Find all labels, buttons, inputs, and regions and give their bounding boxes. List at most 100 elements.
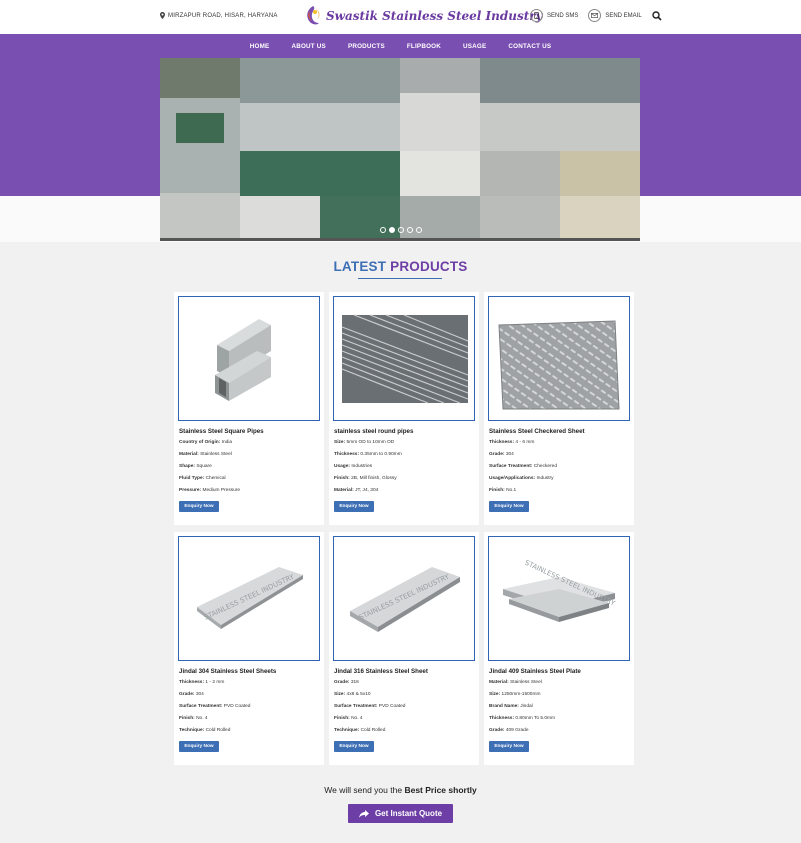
envelope-icon bbox=[588, 9, 602, 22]
brand-logo[interactable]: Swastik Stainless Steel Industry bbox=[304, 5, 543, 27]
product-spec: Country of Origin: India bbox=[179, 440, 233, 445]
send-sms-label: SEND SMS bbox=[547, 12, 579, 19]
hero-slider[interactable] bbox=[160, 58, 640, 241]
nav-home[interactable]: HOME bbox=[239, 43, 281, 50]
product-title[interactable]: Stainless Steel Square Pipes bbox=[179, 428, 264, 435]
product-card: Stainless Steel Checkered Sheet Thicknes… bbox=[484, 292, 634, 525]
product-spec: Technique: Cold Rolled bbox=[334, 728, 386, 733]
nav-usage[interactable]: USAGE bbox=[452, 43, 497, 50]
address-text: MIRZAPUR ROAD, HISAR, HARYANA bbox=[168, 12, 278, 19]
enquiry-now-button[interactable]: Enquiry Now bbox=[334, 501, 374, 512]
header-actions: SEND SMS SEND EMAIL bbox=[530, 9, 662, 22]
enquiry-now-button[interactable]: Enquiry Now bbox=[489, 741, 529, 752]
slide-photo-floor-2 bbox=[160, 193, 240, 238]
location-pin-icon bbox=[160, 12, 165, 19]
product-spec: Brand Name: Jindal bbox=[489, 704, 533, 709]
get-instant-quote-label: Get Instant Quote bbox=[374, 809, 443, 818]
product-image[interactable]: STAINLESS STEEL INDUSTRY bbox=[488, 536, 630, 661]
enquiry-now-button[interactable]: Enquiry Now bbox=[179, 501, 219, 512]
steel-sheets-image: STAINLESS STEEL INDUSTRY bbox=[197, 567, 303, 629]
product-spec: Material: Stainless Steel bbox=[179, 452, 232, 457]
top-bar: MIRZAPUR ROAD, HISAR, HARYANA Swastik St… bbox=[0, 0, 801, 34]
slider-dot-3[interactable] bbox=[398, 227, 404, 233]
watermark-text: STAINLESS STEEL INDUSTRY bbox=[203, 572, 296, 621]
square-pipes-image bbox=[215, 319, 271, 401]
section-title-products: PRODUCTS bbox=[390, 259, 468, 274]
product-spec: Finish: No.1 bbox=[489, 488, 517, 493]
brand-name: Swastik Stainless Steel Industry bbox=[326, 9, 543, 23]
section-title: LATEST PRODUCTS bbox=[0, 259, 801, 274]
product-spec: Thickness: 1 - 2 mm bbox=[179, 680, 225, 685]
enquiry-now-button[interactable]: Enquiry Now bbox=[334, 741, 374, 752]
best-price-text: We will send you the Best Price shortly bbox=[0, 785, 801, 795]
slider-dot-4[interactable] bbox=[407, 227, 413, 233]
enquiry-now-button[interactable]: Enquiry Now bbox=[179, 741, 219, 752]
slide-photo-sheet-2 bbox=[400, 93, 480, 151]
product-spec: Usage/Applications: Industry bbox=[489, 476, 554, 481]
product-title[interactable]: Jindal 304 Stainless Steel Sheets bbox=[179, 668, 276, 675]
product-spec: Surface Treatment: PVD Coated bbox=[179, 704, 251, 709]
nav-products[interactable]: PRODUCTS bbox=[337, 43, 396, 50]
product-spec: Finish: No. 4 bbox=[334, 716, 363, 721]
product-card: STAINLESS STEEL INDUSTRY Jindal 409 Stai… bbox=[484, 532, 634, 765]
search-icon[interactable] bbox=[651, 10, 662, 21]
nav-contact-us[interactable]: CONTACT US bbox=[497, 43, 562, 50]
share-arrow-icon bbox=[358, 809, 369, 818]
slide-photo-floor-4 bbox=[320, 196, 400, 238]
enquiry-now-button[interactable]: Enquiry Now bbox=[489, 501, 529, 512]
nav-about-us[interactable]: ABOUT US bbox=[280, 43, 336, 50]
product-spec: Grade: 316 bbox=[334, 680, 359, 685]
address: MIRZAPUR ROAD, HISAR, HARYANA bbox=[160, 12, 278, 19]
product-image[interactable] bbox=[178, 296, 320, 421]
slide-photo-sheet bbox=[240, 103, 400, 151]
product-image[interactable]: STAINLESS STEEL INDUSTRY bbox=[333, 536, 475, 661]
slide-photo-floor-5 bbox=[400, 196, 480, 238]
slide-photo-sheet-4 bbox=[400, 151, 480, 196]
product-card: stainless steel round pipes Size: 5mm OD… bbox=[329, 292, 479, 525]
slide-photo-stack-2 bbox=[480, 58, 640, 108]
product-spec: Pressure: Medium Pressure bbox=[179, 488, 241, 493]
logo-mark-icon bbox=[307, 6, 320, 25]
product-spec: Finish: 2B, Mill finish, Glossy bbox=[334, 476, 397, 481]
product-image[interactable] bbox=[488, 296, 630, 421]
slide-photo-floor-6 bbox=[480, 196, 560, 238]
slider-dot-1[interactable] bbox=[380, 227, 386, 233]
product-spec: Shape: Square bbox=[179, 464, 212, 469]
send-email-button[interactable]: SEND EMAIL bbox=[588, 9, 642, 22]
slide-photo-rack bbox=[480, 103, 640, 151]
product-spec: Size: 5mm OD to 10mm OD bbox=[334, 440, 395, 445]
product-title[interactable]: Jindal 409 Stainless Steel Plate bbox=[489, 668, 581, 675]
product-title[interactable]: Stainless Steel Checkered Sheet bbox=[489, 428, 585, 435]
product-image[interactable] bbox=[333, 296, 475, 421]
product-spec: Usage: Industries bbox=[334, 464, 373, 469]
cta-prefix: We will send you the bbox=[324, 785, 403, 795]
slider-dot-2[interactable] bbox=[389, 227, 395, 233]
product-image[interactable]: STAINLESS STEEL INDUSTRY bbox=[178, 536, 320, 661]
product-title[interactable]: Jindal 316 Stainless Steel Sheet bbox=[334, 668, 428, 675]
product-spec: Grade: 304 bbox=[489, 452, 514, 457]
product-title[interactable]: stainless steel round pipes bbox=[334, 428, 413, 435]
nav-flipbook[interactable]: FLIPBOOK bbox=[396, 43, 452, 50]
product-spec: Grade: 304 bbox=[179, 692, 204, 697]
product-spec: Thickness: 0.35mm to 0.90mm bbox=[334, 452, 402, 457]
slider-dot-5[interactable] bbox=[416, 227, 422, 233]
slide-photo-floor-7 bbox=[560, 196, 640, 238]
slide-photo-stack bbox=[400, 58, 480, 93]
product-spec: Finish: No. 4 bbox=[179, 716, 208, 721]
product-spec: Thickness: 0.80mm To 5.0mm bbox=[489, 716, 556, 721]
slide-photo-sheet-3 bbox=[240, 151, 400, 196]
product-spec: Fluid Type: Chemical bbox=[179, 476, 226, 481]
product-card: STAINLESS STEEL INDUSTRY Jindal 304 Stai… bbox=[174, 532, 324, 765]
product-card: STAINLESS STEEL INDUSTRY Jindal 316 Stai… bbox=[329, 532, 479, 765]
slider-dots bbox=[380, 227, 422, 233]
send-email-label: SEND EMAIL bbox=[605, 12, 642, 19]
get-instant-quote-button[interactable]: Get Instant Quote bbox=[348, 804, 453, 823]
product-spec: Material: Stainless Steel bbox=[489, 680, 542, 685]
checkered-sheet-image bbox=[498, 320, 620, 410]
product-spec: Technique: Cold Rolled bbox=[179, 728, 231, 733]
slide-photo-green bbox=[176, 113, 224, 143]
product-spec: Material: JT, J4, 304 bbox=[334, 488, 379, 493]
slide-photo-floor-3 bbox=[240, 196, 320, 238]
send-sms-button[interactable]: SEND SMS bbox=[530, 9, 578, 22]
product-spec: Size: 4x8 & 5x10 bbox=[334, 692, 371, 697]
